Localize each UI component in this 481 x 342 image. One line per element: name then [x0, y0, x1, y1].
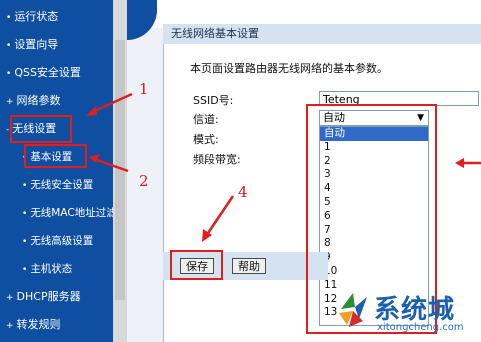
panel-title: 无线网络基本设置 — [163, 24, 481, 44]
sidebar-item-setup-wizard[interactable]: • 设置向导 — [6, 38, 58, 53]
ssid-label: SSID号: — [193, 94, 234, 107]
sidebar-item-label: 无线MAC地址过滤 — [30, 207, 117, 219]
sidebar-item-dhcp[interactable]: + DHCP服务器 — [6, 290, 81, 305]
sidebar-item-label: DHCP服务器 — [16, 290, 81, 303]
bullet-icon: • — [6, 69, 12, 79]
watermark-url: xitongcheng.com — [377, 322, 464, 333]
sidebar-item-label: QSS安全设置 — [14, 66, 81, 79]
sidebar-item-wireless-security[interactable]: • 无线安全设置 — [22, 178, 93, 193]
channel-label: 信道: — [193, 113, 219, 126]
sidebar-item-label: 无线高级设置 — [30, 235, 94, 247]
plus-icon: + — [6, 97, 14, 107]
sidebar-item-label: 网络参数 — [16, 94, 61, 107]
sidebar-item-label: 设置向导 — [14, 38, 59, 51]
watermark-text: 系统城 — [374, 295, 456, 325]
bullet-icon: • — [22, 265, 28, 275]
sidebar-item-label: 运行状态 — [14, 10, 59, 23]
panel-description: 本页面设置路由器无线网络的基本参数。 — [190, 62, 388, 75]
bullet-icon: • — [22, 181, 28, 191]
minus-icon: - — [6, 125, 10, 135]
help-button[interactable]: 帮助 — [232, 258, 266, 274]
highlight-wireless — [10, 115, 72, 143]
sidebar-item-network-params[interactable]: + 网络参数 — [6, 94, 61, 109]
sidebar: • 运行状态 • 设置向导 • QSS安全设置 + 网络参数 - 无线设置 • 基本设置 •… — [0, 0, 117, 342]
sidebar-item-label: 无线安全设置 — [30, 179, 94, 191]
mode-label: 模式: — [193, 133, 219, 146]
bullet-icon: • — [6, 41, 12, 51]
plus-icon: + — [6, 293, 14, 303]
watermark-logo-icon — [339, 293, 367, 327]
sidebar-item-mac-filter[interactable]: • 无线MAC地址过滤 — [22, 206, 117, 221]
bullet-icon: • — [22, 237, 28, 247]
highlight-basic-settings — [24, 144, 87, 168]
sidebar-item-forwarding[interactable]: + 转发规则 — [6, 318, 61, 333]
sidebar-scroll-thumb[interactable] — [115, 40, 125, 300]
bullet-icon: • — [6, 13, 12, 23]
annotation-number-1: 1 — [139, 80, 149, 98]
sidebar-item-run-status[interactable]: • 运行状态 — [6, 10, 58, 25]
bullet-icon: • — [22, 209, 28, 219]
annotation-number-2: 2 — [139, 172, 149, 190]
annotation-number-4: 4 — [238, 183, 248, 201]
bandwidth-label: 频段带宽: — [193, 153, 241, 166]
sidebar-item-qss[interactable]: • QSS安全设置 — [6, 66, 81, 81]
plus-icon: + — [6, 321, 14, 331]
highlight-save-button — [170, 250, 223, 280]
sidebar-item-wireless-advanced[interactable]: • 无线高级设置 — [22, 234, 93, 249]
sidebar-item-host-status[interactable]: • 主机状态 — [22, 262, 72, 277]
sidebar-item-label: 转发规则 — [16, 318, 61, 331]
sidebar-item-label: 主机状态 — [30, 263, 73, 275]
